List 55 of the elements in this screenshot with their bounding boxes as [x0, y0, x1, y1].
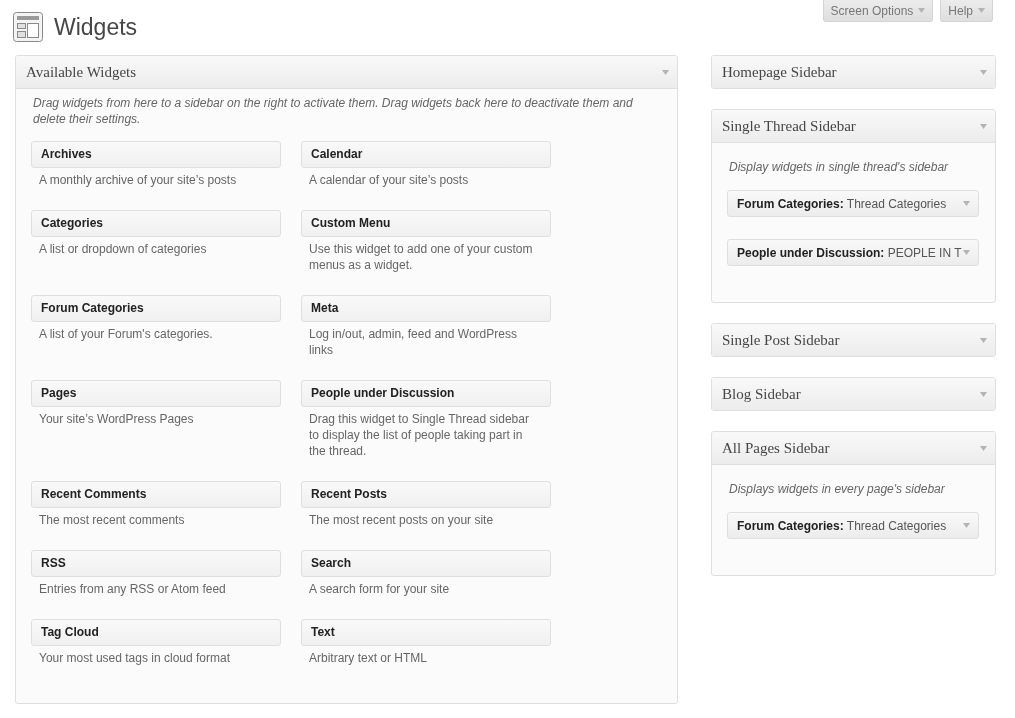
- widget-item[interactable]: Forum Categories: [31, 295, 281, 322]
- widget-item[interactable]: Search: [301, 550, 551, 577]
- widget-description: A search form for your site: [308, 581, 451, 597]
- caret-icon: [918, 8, 926, 13]
- caret-icon: [963, 523, 970, 528]
- widget-item[interactable]: People under Discussion: [301, 380, 551, 407]
- caret-icon: [978, 8, 985, 13]
- widget-item[interactable]: Recent Posts: [301, 481, 551, 508]
- caret-icon: [980, 391, 987, 397]
- widget-description: The most recent posts on your site: [308, 512, 495, 528]
- widget-description: Entries from any RSS or Atom feed: [38, 581, 227, 597]
- caret-icon: [980, 337, 987, 343]
- caret-icon: [963, 250, 970, 255]
- widget-item[interactable]: Calendar: [301, 141, 551, 168]
- widget-item[interactable]: Recent Comments: [31, 481, 281, 508]
- widget-description: A monthly archive of your site’s posts: [38, 172, 238, 188]
- page-title: Widgets: [54, 13, 138, 42]
- toggle-button[interactable]: Screen Options: [822, 0, 934, 22]
- widget-description: Log in/out, admin, feed and WordPress links: [308, 326, 518, 358]
- widget-description: Your site’s WordPress Pages: [38, 411, 195, 427]
- sidebar-header[interactable]: Single Thread Sidebar: [712, 110, 995, 142]
- sidebar-description: Display widgets in single thread's sidebar: [729, 159, 950, 175]
- widget-description: The most recent comments: [38, 512, 186, 528]
- layout-icon: [13, 12, 43, 42]
- panel-description: Drag widgets from here to a sidebar on the right to activate them. Drag widgets back here to deactivate them and delete their settings.: [33, 95, 634, 127]
- widget-description: Arbitrary text or HTML: [308, 650, 429, 666]
- caret-icon: [980, 445, 987, 451]
- widget-description: A calendar of your site’s posts: [308, 172, 470, 188]
- sidebar-widget[interactable]: Forum Categories: Thread Categories: [727, 512, 979, 539]
- widget-description: A list of your Forum's categories.: [38, 326, 214, 342]
- toggle-button[interactable]: Help: [940, 0, 993, 22]
- widget-item[interactable]: Meta: [301, 295, 551, 322]
- sidebar-description: Displays widgets in every page's sidebar: [729, 481, 946, 497]
- widget-item[interactable]: Text: [301, 619, 551, 646]
- sidebar-widget[interactable]: People under Discussion: PEOPLE IN T: [727, 239, 979, 266]
- widget-item[interactable]: RSS: [31, 550, 281, 577]
- widget-item[interactable]: Archives: [31, 141, 281, 168]
- widget-item[interactable]: Tag Cloud: [31, 619, 281, 646]
- caret-icon: [980, 69, 987, 75]
- widget-description: Use this widget to add one of your custom menus as a widget.: [308, 241, 534, 273]
- widget-item[interactable]: Categories: [31, 210, 281, 237]
- caret-icon: [980, 123, 987, 129]
- sidebar-header[interactable]: Blog Sidebar: [712, 378, 995, 410]
- widget-description: A list or dropdown of categories: [38, 241, 208, 257]
- widget-description: Drag this widget to Single Thread sidebar to display the list of people taking part in the thread.: [308, 411, 530, 459]
- panel-header[interactable]: Available Widgets: [16, 56, 677, 88]
- widget-description: Your most used tags in cloud format: [38, 650, 231, 666]
- sidebar-widget[interactable]: Forum Categories: Thread Categories: [727, 190, 979, 217]
- widget-item[interactable]: Custom Menu: [301, 210, 551, 237]
- sidebar-header[interactable]: All Pages Sidebar: [712, 432, 995, 464]
- sidebar-header[interactable]: Single Post Sidebar: [712, 324, 995, 356]
- widget-item[interactable]: Pages: [31, 380, 281, 407]
- caret-icon: [662, 69, 669, 75]
- sidebar-header[interactable]: Homepage Sidebar: [712, 56, 995, 88]
- caret-icon: [963, 201, 970, 206]
